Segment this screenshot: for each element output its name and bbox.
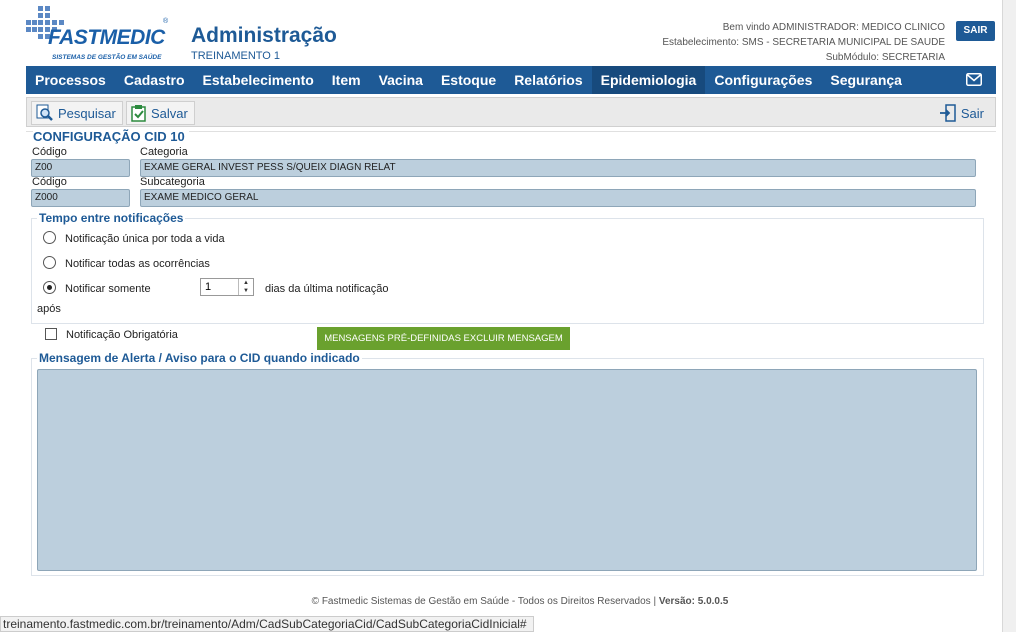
registered-mark: ® <box>163 18 169 25</box>
search-label: Pesquisar <box>58 105 116 121</box>
radio-once[interactable] <box>43 231 56 244</box>
subcategory-code-field[interactable]: Z000 <box>31 189 130 207</box>
menu-item-estabelecimento[interactable]: Estabelecimento <box>194 66 323 94</box>
after-label: após <box>37 303 61 315</box>
form-title: CONFIGURAÇÃO CID 10 <box>33 129 189 144</box>
welcome-text: Bem vindo ADMINISTRADOR: MEDICO CLINICO <box>722 22 945 33</box>
mandatory-label: Notificação Obrigatória <box>66 329 178 341</box>
exit-label: Sair <box>960 105 984 121</box>
menu-item-estoque[interactable]: Estoque <box>432 66 505 94</box>
footer: © Fastmedic Sistemas de Gestão em Saúde … <box>0 596 1016 607</box>
page-title: Administração <box>191 24 337 47</box>
radio-only-label: Notificar somente <box>65 283 151 295</box>
save-icon <box>131 105 146 122</box>
subcategory-field[interactable]: EXAME MEDICO GERAL <box>140 189 976 207</box>
brand-name: FASTMEDIC <box>48 26 165 49</box>
menu-item-processos[interactable]: Processos <box>26 66 115 94</box>
fastmedic-logo: FASTMEDIC ® SISTEMAS DE GESTÃO EM SAÚDE <box>26 6 172 62</box>
status-bar-url: treinamento.fastmedic.com.br/treinamento… <box>0 616 534 632</box>
days-suffix-label: dias da última notificação <box>265 283 389 295</box>
subcategory-label: Subcategoria <box>140 176 205 188</box>
menu-item-item[interactable]: Item <box>323 66 370 94</box>
footer-version: Versão: 5.0.0.5 <box>658 596 729 607</box>
radio-once-label: Notificação única por toda a vida <box>65 233 225 245</box>
days-stepper[interactable]: 1 ▲ ▼ <box>200 278 254 296</box>
radio-all-label: Notificar todas as ocorrências <box>65 258 210 270</box>
category-field[interactable]: EXAME GERAL INVEST PESS S/QUEIX DIAGN RE… <box>140 159 976 177</box>
save-label: Salvar <box>151 105 188 121</box>
toolbar: Pesquisar Salvar Sair <box>26 97 996 127</box>
environment-label: TREINAMENTO 1 <box>191 50 281 62</box>
menu-item-vacina[interactable]: Vacina <box>370 66 432 94</box>
stepper-up-icon[interactable]: ▲ <box>239 279 253 287</box>
subcategory-code-label: Código <box>32 176 67 188</box>
menu-item-configuracoes[interactable]: Configurações <box>705 66 821 94</box>
brand-tagline: SISTEMAS DE GESTÃO EM SAÚDE <box>52 54 162 61</box>
radio-all[interactable] <box>43 256 56 269</box>
submodule-text: SubMódulo: SECRETARIA <box>825 52 945 63</box>
save-button[interactable]: Salvar <box>126 101 195 125</box>
search-icon <box>36 104 53 121</box>
menu-item-seguranca[interactable]: Segurança <box>821 66 911 94</box>
message-legend: Mensagem de Alerta / Aviso para o CID qu… <box>37 351 362 365</box>
mail-icon[interactable] <box>966 73 982 86</box>
exit-door-icon <box>939 104 956 122</box>
category-code-field[interactable]: Z00 <box>31 159 130 177</box>
stepper-down-icon[interactable]: ▼ <box>239 287 253 295</box>
scrollbar[interactable] <box>1002 0 1016 632</box>
search-button[interactable]: Pesquisar <box>31 101 123 125</box>
stepper-arrows[interactable]: ▲ ▼ <box>238 279 253 295</box>
radio-only[interactable] <box>43 281 56 294</box>
menu-item-epidemiologia[interactable]: Epidemiologia <box>591 66 706 94</box>
predefined-messages-button[interactable]: MENSAGENS PRÉ-DEFINIDAS EXCLUIR MENSAGEM <box>317 327 570 350</box>
main-menu: Processos Cadastro Estabelecimento Item … <box>26 66 996 94</box>
logout-button[interactable]: SAIR <box>956 21 995 41</box>
footer-copyright: © Fastmedic Sistemas de Gestão em Saúde … <box>311 596 659 607</box>
mandatory-checkbox[interactable] <box>45 328 57 340</box>
exit-button[interactable]: Sair <box>934 101 991 125</box>
days-value: 1 <box>205 281 212 293</box>
user-info: Bem vindo ADMINISTRADOR: MEDICO CLINICO … <box>662 20 945 65</box>
message-textarea[interactable] <box>37 369 977 571</box>
page: FASTMEDIC ® SISTEMAS DE GESTÃO EM SAÚDE … <box>0 0 1016 632</box>
menu-item-relatorios[interactable]: Relatórios <box>505 66 591 94</box>
notification-legend: Tempo entre notificações <box>37 211 186 225</box>
left-margin <box>0 0 14 618</box>
category-label: Categoria <box>140 146 188 158</box>
establishment-text: Estabelecimento: SMS - SECRETARIA MUNICI… <box>662 37 945 48</box>
category-code-label: Código <box>32 146 67 158</box>
menu-item-cadastro[interactable]: Cadastro <box>115 66 194 94</box>
